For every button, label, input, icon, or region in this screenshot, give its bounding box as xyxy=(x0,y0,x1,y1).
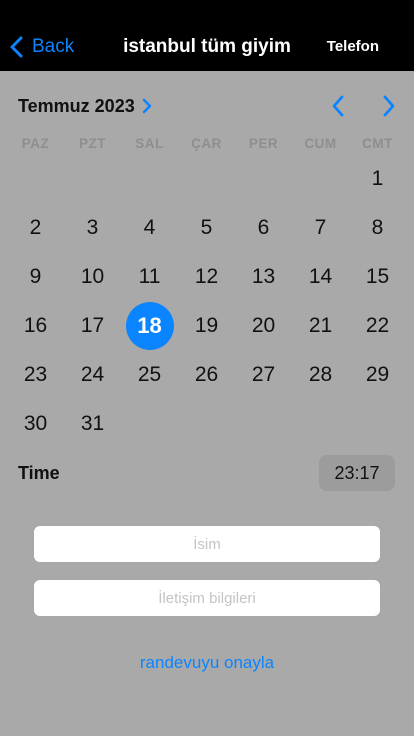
calendar-day-number: 20 xyxy=(251,313,276,337)
calendar-day[interactable]: 10 xyxy=(64,252,121,301)
navigation-bar: Back istanbul tüm giyim Telefon xyxy=(0,0,414,71)
chevron-right-icon xyxy=(383,95,395,117)
phone-button[interactable]: Telefon xyxy=(327,33,379,61)
calendar-day-number: 8 xyxy=(371,215,384,239)
weekday-label: PER xyxy=(248,136,279,151)
calendar-day[interactable]: 11 xyxy=(121,252,178,301)
calendar-day-number: 31 xyxy=(80,411,105,435)
calendar-days-grid: 1 2 3 4 5 6 7 8 9 10 11 12 13 14 15 16 17 18 19 20 21 22 23 24 2… xyxy=(7,154,406,448)
weekday-label: PAZ xyxy=(21,136,50,151)
calendar-day[interactable]: 27 xyxy=(235,350,292,399)
calendar-day[interactable]: 16 xyxy=(7,301,64,350)
calendar-day-number: 18 xyxy=(125,301,174,350)
calendar-day[interactable]: 23 xyxy=(7,350,64,399)
calendar-day[interactable]: 15 xyxy=(349,252,406,301)
calendar-day-number: 27 xyxy=(251,362,276,386)
calendar-day-number: 5 xyxy=(200,215,213,239)
calendar-day[interactable]: 8 xyxy=(349,203,406,252)
weekday-label: CUM xyxy=(304,136,337,151)
calendar-day[interactable]: 21 xyxy=(292,301,349,350)
calendar-day-number: 2 xyxy=(29,215,42,239)
calendar-day[interactable]: 19 xyxy=(178,301,235,350)
calendar-day-number: 30 xyxy=(23,411,48,435)
calendar-day-number: 25 xyxy=(137,362,162,386)
calendar-day[interactable]: 13 xyxy=(235,252,292,301)
chevron-left-icon xyxy=(10,36,23,58)
calendar-day-number: 16 xyxy=(23,313,48,337)
calendar-day[interactable]: 25 xyxy=(121,350,178,399)
calendar-day-number: 26 xyxy=(194,362,219,386)
calendar-day-number: 22 xyxy=(365,313,390,337)
calendar-day-number: 17 xyxy=(80,313,105,337)
previous-month-button[interactable] xyxy=(325,93,351,119)
calendar-day-number: 24 xyxy=(80,362,105,386)
calendar-empty-cell xyxy=(121,154,178,203)
calendar-day[interactable]: 24 xyxy=(64,350,121,399)
calendar-day[interactable]: 14 xyxy=(292,252,349,301)
weekday-label: SAL xyxy=(135,136,164,151)
calendar-day[interactable]: 9 xyxy=(7,252,64,301)
weekday-header: PAZ PZT SAL ÇAR PER CUM CMT xyxy=(7,134,406,154)
calendar-day[interactable]: 28 xyxy=(292,350,349,399)
calendar-day[interactable]: 7 xyxy=(292,203,349,252)
calendar-day-number: 12 xyxy=(194,264,219,288)
calendar-day-number: 6 xyxy=(257,215,270,239)
calendar-day-number: 9 xyxy=(29,264,42,288)
back-button[interactable]: Back xyxy=(8,33,74,61)
name-input[interactable] xyxy=(34,526,380,562)
calendar-day-number: 13 xyxy=(251,264,276,288)
calendar-day-number: 4 xyxy=(143,215,156,239)
calendar-day-number: 11 xyxy=(138,264,161,288)
calendar-day-number: 28 xyxy=(308,362,333,386)
next-month-button[interactable] xyxy=(376,93,402,119)
calendar-day[interactable]: 31 xyxy=(64,399,121,448)
chevron-left-icon xyxy=(332,95,344,117)
time-label: Time xyxy=(18,463,60,483)
calendar-day-number: 3 xyxy=(86,215,99,239)
time-picker-button[interactable]: 23:17 xyxy=(319,455,395,491)
weekday-label: ÇAR xyxy=(191,136,222,151)
calendar-day[interactable]: 3 xyxy=(64,203,121,252)
calendar-day-number: 23 xyxy=(23,362,48,386)
calendar-day[interactable]: 1 xyxy=(349,154,406,203)
calendar-day[interactable]: 12 xyxy=(178,252,235,301)
calendar-day[interactable]: 2 xyxy=(7,203,64,252)
weekday-label: PZT xyxy=(79,136,106,151)
calendar-empty-cell xyxy=(235,154,292,203)
contact-info-input[interactable] xyxy=(34,580,380,616)
calendar-day[interactable]: 29 xyxy=(349,350,406,399)
calendar-day[interactable]: 5 xyxy=(178,203,235,252)
calendar-day-number: 10 xyxy=(80,264,105,288)
calendar-day-number: 7 xyxy=(314,215,327,239)
back-button-label: Back xyxy=(32,36,75,57)
calendar-empty-cell xyxy=(64,154,121,203)
calendar-day[interactable]: 22 xyxy=(349,301,406,350)
confirm-appointment-button[interactable]: randevuyu onayla xyxy=(0,652,414,674)
calendar-day-selected[interactable]: 18 xyxy=(121,301,178,350)
weekday-label: CMT xyxy=(362,136,393,151)
calendar-empty-cell xyxy=(292,154,349,203)
calendar-day[interactable]: 4 xyxy=(121,203,178,252)
calendar-day-number: 21 xyxy=(308,313,333,337)
calendar-day[interactable]: 17 xyxy=(64,301,121,350)
month-picker-button[interactable]: Temmuz 2023 xyxy=(18,92,152,120)
calendar-day-number: 15 xyxy=(365,264,390,288)
calendar-day[interactable]: 30 xyxy=(7,399,64,448)
calendar-day[interactable]: 26 xyxy=(178,350,235,399)
chevron-right-icon xyxy=(142,98,151,114)
calendar-empty-cell xyxy=(7,154,64,203)
calendar-day-number: 1 xyxy=(371,166,384,190)
calendar-day[interactable]: 6 xyxy=(235,203,292,252)
calendar-day-number: 29 xyxy=(365,362,390,386)
calendar-day[interactable]: 20 xyxy=(235,301,292,350)
month-label: Temmuz 2023 xyxy=(18,95,135,116)
calendar-day-number: 19 xyxy=(194,313,219,337)
calendar-day-number: 14 xyxy=(308,264,333,288)
calendar-empty-cell xyxy=(178,154,235,203)
